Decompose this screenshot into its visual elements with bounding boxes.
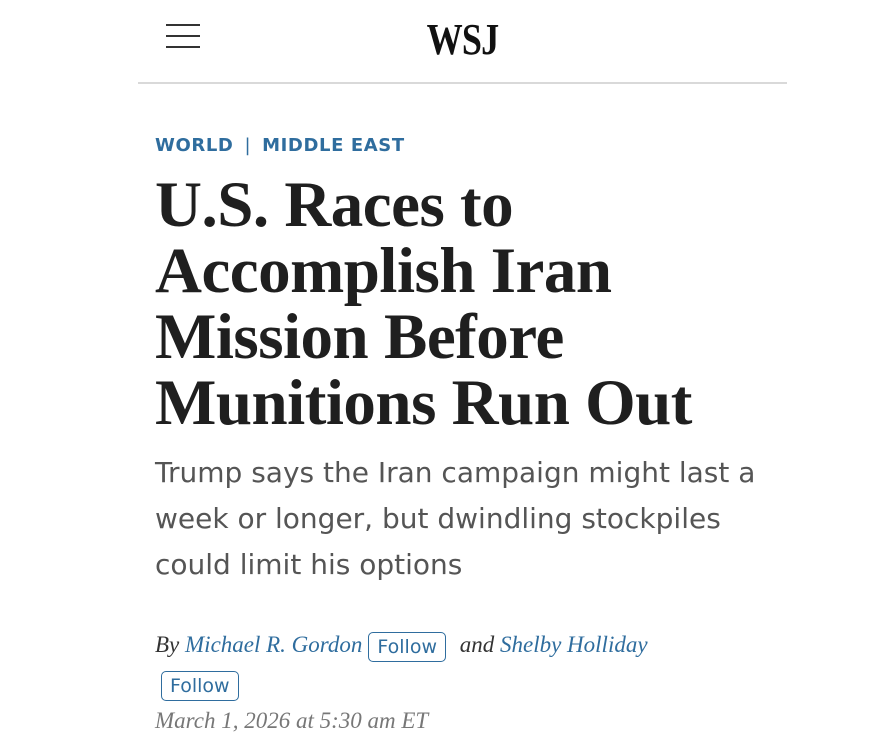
article-dek: Trump says the Iran campaign might last … (155, 456, 756, 581)
publish-date: March 1, 2026 at 5:30 am ET (155, 708, 429, 733)
menu-bar (166, 24, 200, 26)
menu-bar (166, 35, 200, 37)
byline: By Michael R. Gordon Follow and Shelby Ho… (155, 626, 755, 702)
section-link-middle-east[interactable]: MIDDLE EAST (262, 135, 405, 156)
hamburger-menu-icon[interactable] (166, 22, 200, 50)
follow-button-author2[interactable]: Follow (161, 670, 239, 701)
breadcrumb-separator: | (244, 135, 252, 156)
menu-bar (166, 46, 200, 48)
author-link-shelby-holliday[interactable]: Shelby Holliday (500, 632, 648, 657)
site-header: WSJ (138, 0, 787, 84)
byline-prefix: By (155, 632, 180, 657)
article-headline: U.S. Races to Accomplish Iran Mission Be… (155, 169, 692, 439)
section-breadcrumb: WORLD | MIDDLE EAST (155, 130, 795, 162)
wsj-logo[interactable]: WSJ (196, 14, 728, 66)
author-link-michael-gordon[interactable]: Michael R. Gordon (185, 632, 362, 657)
byline-conjunction: and (459, 632, 495, 657)
follow-button-author1[interactable]: Follow (368, 631, 446, 662)
article-header: WORLD | MIDDLE EAST U.S. Races to Accompli… (155, 130, 795, 740)
section-link-world[interactable]: WORLD (155, 135, 233, 156)
